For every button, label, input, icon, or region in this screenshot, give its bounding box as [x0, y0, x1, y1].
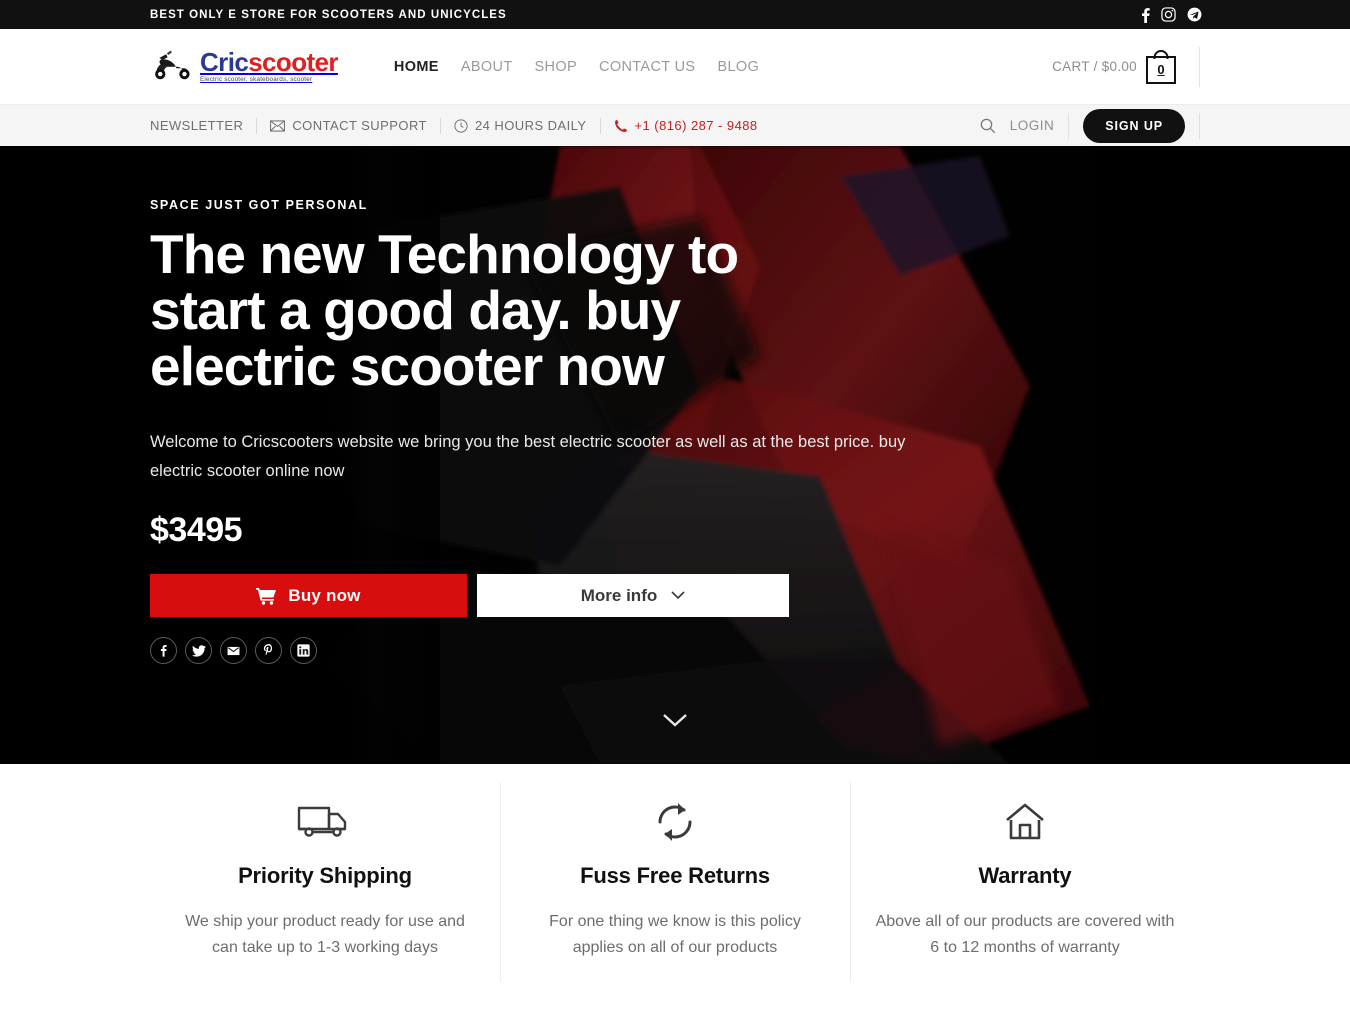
info-bar: NEWSLETTER CONTACT SUPPORT 24 HOURS DAIL…: [0, 104, 1350, 146]
cart-button[interactable]: 0: [1146, 49, 1176, 84]
truck-icon: [174, 799, 476, 845]
share-pinterest-icon[interactable]: [255, 637, 282, 665]
topbar-social-links: [1141, 0, 1202, 29]
cart-count: 0: [1146, 55, 1176, 84]
share-linkedin-icon[interactable]: [290, 637, 317, 665]
clock-icon: [454, 118, 468, 133]
more-info-button[interactable]: More info: [477, 574, 789, 618]
phone-link[interactable]: +1 (816) 287 - 9488: [614, 118, 758, 133]
infobar-divider: [1068, 112, 1070, 139]
main-navigation: HOME ABOUT SHOP CONTACT US BLOG: [394, 59, 759, 75]
hero-eyebrow: SPACE JUST GOT PERSONAL: [150, 198, 368, 212]
feature-title: Warranty: [978, 863, 1072, 888]
buy-now-label: Buy now: [288, 585, 361, 605]
facebook-icon[interactable]: [1141, 7, 1150, 23]
feature-title: Priority Shipping: [238, 863, 412, 888]
chevron-down-icon: [671, 591, 685, 600]
nav-item-blog[interactable]: BLOG: [717, 59, 759, 75]
contact-support-label: CONTACT SUPPORT: [292, 118, 427, 133]
newsletter-label: NEWSLETTER: [150, 118, 244, 133]
shopping-bag-icon: [1153, 49, 1169, 59]
login-link[interactable]: LOGIN: [1010, 118, 1055, 133]
hero-content: SPACE JUST GOT PERSONAL The new Technolo…: [0, 146, 1350, 665]
share-twitter-icon[interactable]: [185, 637, 212, 665]
hero-title: The new Technology to start a good day. …: [150, 223, 739, 398]
info-separator: [599, 117, 601, 134]
logo-tagline: Electric scooter, skateboards, scooter: [200, 76, 313, 84]
cart-label: CART / $0.00: [1052, 59, 1137, 74]
features-section: Priority Shipping We ship your product r…: [0, 764, 1350, 1013]
header-divider: [1199, 46, 1200, 87]
nav-item-home[interactable]: HOME: [394, 59, 439, 75]
announcement-text: BEST ONLY E STORE FOR SCOOTERS AND UNICY…: [150, 8, 507, 21]
share-email-icon[interactable]: [220, 637, 247, 665]
logo-word-primary: Cric: [200, 47, 249, 78]
social-share-row: [150, 637, 1200, 665]
search-button[interactable]: [980, 118, 996, 134]
site-header: Cricscooter Electric scooter, skateboard…: [0, 29, 1350, 104]
hero-buttons: Buy now More info: [150, 574, 1200, 618]
hours-label: 24 HOURS DAILY: [474, 118, 587, 133]
feature-title: Fuss Free Returns: [580, 863, 770, 888]
nav-item-shop[interactable]: SHOP: [535, 59, 578, 75]
info-separator: [256, 117, 258, 134]
logo-word-secondary: scooter: [248, 47, 338, 78]
envelope-icon: [270, 119, 286, 132]
info-bar-right: LOGIN SIGN UP: [980, 108, 1200, 143]
chevron-down-icon: [663, 714, 687, 727]
feature-text: We ship your product ready for use and c…: [185, 913, 465, 957]
signup-button[interactable]: SIGN UP: [1083, 108, 1185, 143]
feature-fuss-free-returns: Fuss Free Returns For one thing we know …: [500, 782, 850, 982]
announcement-bar: BEST ONLY E STORE FOR SCOOTERS AND UNICY…: [0, 0, 1350, 29]
feature-text: For one thing we know is this policy app…: [549, 913, 801, 957]
home-icon: [874, 799, 1176, 845]
phone-icon: [614, 119, 627, 132]
scooter-logo-icon: [155, 51, 190, 80]
scroll-down-button[interactable]: [662, 713, 688, 732]
more-info-label: More info: [580, 585, 658, 605]
telegram-icon[interactable]: [1187, 7, 1202, 22]
infobar-divider: [1199, 112, 1200, 139]
buy-now-button[interactable]: Buy now: [150, 574, 467, 618]
hero-section: SPACE JUST GOT PERSONAL The new Technolo…: [0, 146, 1350, 764]
instagram-icon[interactable]: [1161, 7, 1176, 22]
feature-priority-shipping: Priority Shipping We ship your product r…: [150, 784, 500, 962]
header-cart-area: CART / $0.00 0: [1052, 46, 1200, 87]
contact-support-link[interactable]: CONTACT SUPPORT: [270, 118, 427, 133]
phone-number: +1 (816) 287 - 9488: [634, 118, 758, 133]
nav-item-about[interactable]: ABOUT: [461, 59, 513, 75]
feature-text: Above all of our products are covered wi…: [875, 913, 1175, 957]
site-logo[interactable]: Cricscooter Electric scooter, skateboard…: [150, 47, 339, 84]
refresh-icon: [524, 799, 826, 845]
search-icon: [980, 118, 995, 133]
hours-info: 24 HOURS DAILY: [454, 118, 587, 133]
cart-icon: [256, 587, 277, 605]
share-facebook-icon[interactable]: [150, 637, 177, 665]
nav-item-contact-us[interactable]: CONTACT US: [599, 59, 695, 75]
newsletter-link[interactable]: NEWSLETTER: [150, 118, 243, 133]
info-separator: [439, 117, 441, 134]
feature-warranty: Warranty Above all of our products are c…: [850, 782, 1200, 982]
info-bar-left: NEWSLETTER CONTACT SUPPORT 24 HOURS DAIL…: [150, 117, 758, 134]
hero-description: Welcome to Cricscooters website we bring…: [150, 433, 906, 480]
hero-price: $3495: [150, 511, 243, 550]
